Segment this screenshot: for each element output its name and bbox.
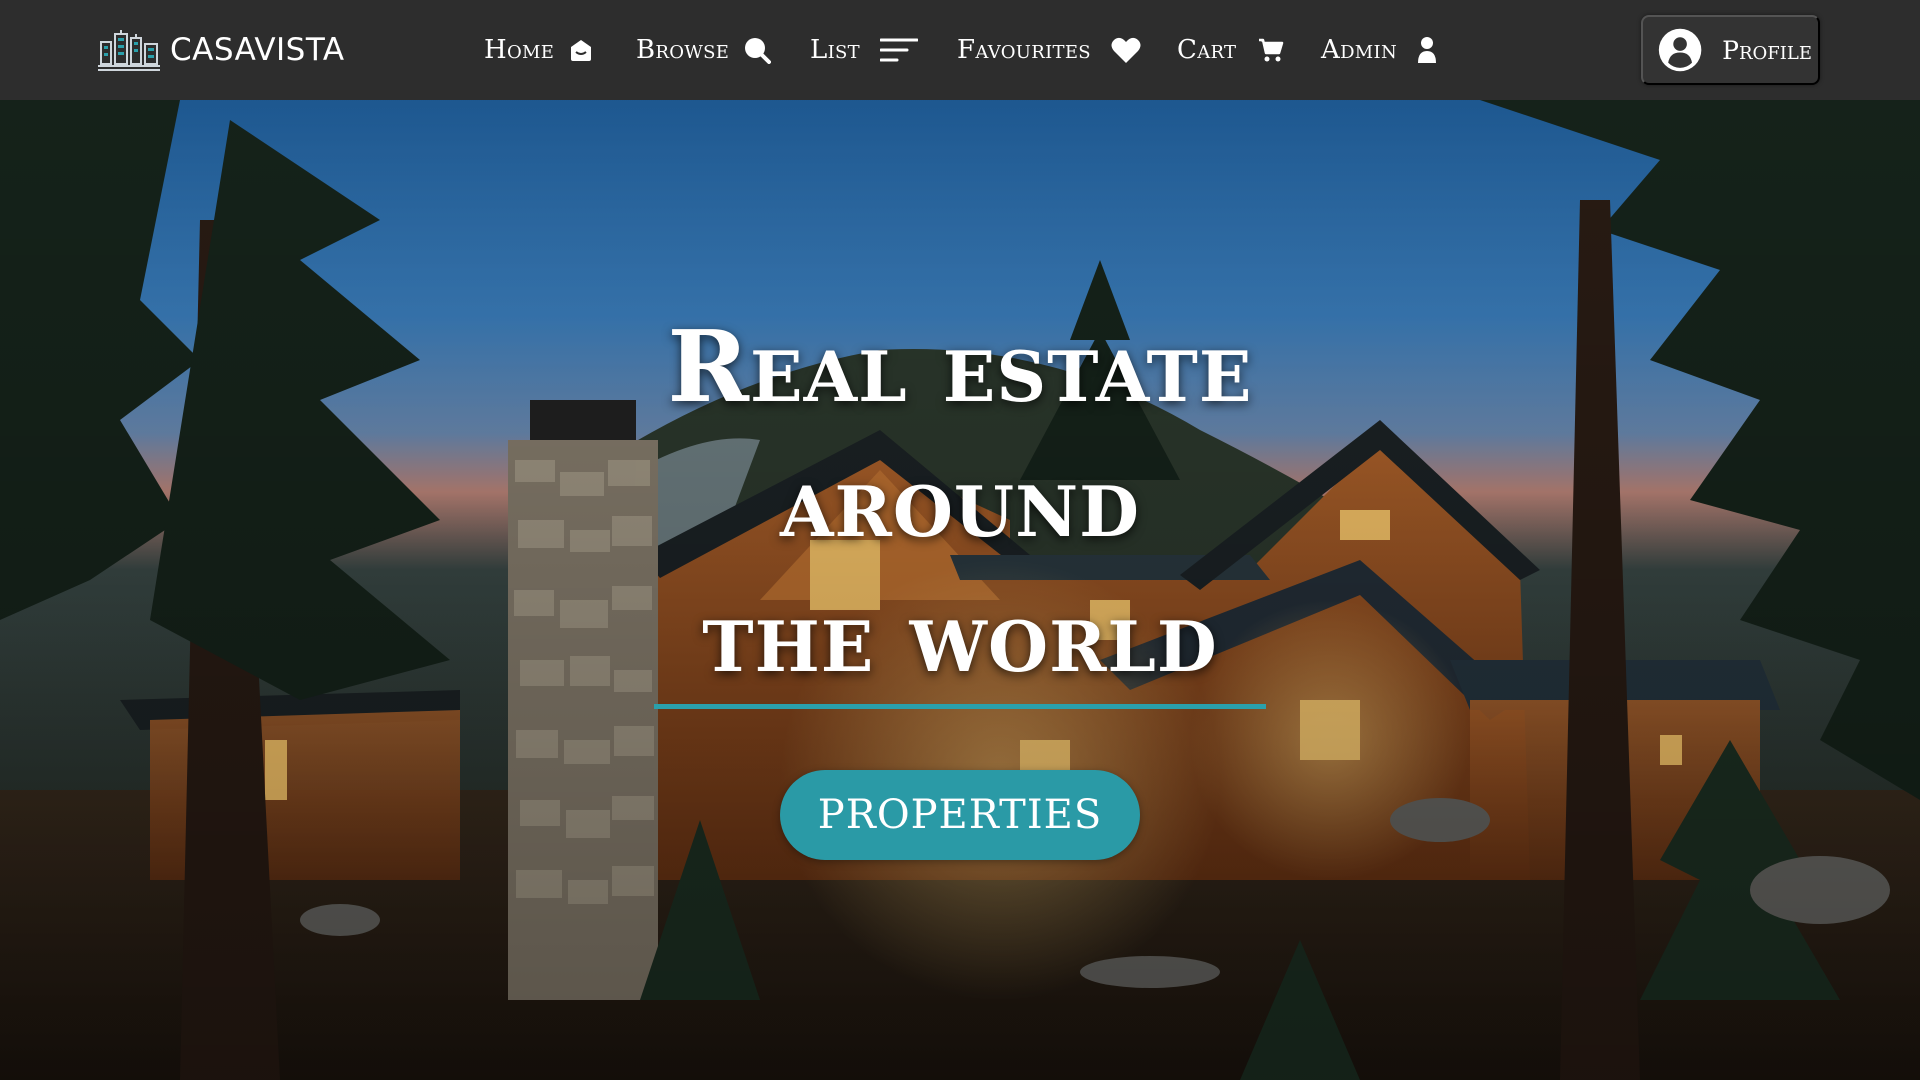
hero-headline: Real estate around the world [560,300,1360,705]
top-navbar: CASAVISTA Home Browse List Favourites Ca… [0,0,1920,100]
brand-home-link[interactable]: CASAVISTA [98,28,345,72]
user-icon [1417,36,1437,64]
nav-admin-label: Admin [1321,35,1397,65]
profile-label: Profile [1722,35,1812,65]
headline-divider [654,704,1266,709]
list-lines-icon [879,37,918,63]
hero-section: Real estate around the world PROPERTIES [0,100,1920,1080]
nav-favourites-label: Favourites [957,35,1091,65]
brand-name: CASAVISTA [170,32,345,68]
user-circle-icon [1658,28,1702,72]
nav-list[interactable]: List [810,28,918,72]
properties-button[interactable]: PROPERTIES [780,770,1140,860]
nav-home[interactable]: Home [484,28,594,72]
headline-line-3: the world [702,580,1218,695]
nav-cart[interactable]: Cart [1177,28,1284,72]
home-icon [568,37,594,63]
nav-browse-label: Browse [636,35,730,65]
nav-favourites[interactable]: Favourites [957,28,1141,72]
nav-admin[interactable]: Admin [1321,28,1437,72]
nav-browse[interactable]: Browse [636,28,772,72]
heart-icon [1111,37,1141,64]
cart-icon [1258,37,1284,63]
city-skyline-logo-icon [98,30,160,71]
headline-line-2: around [779,445,1141,560]
headline-line-1: Real estate [667,310,1253,425]
profile-button[interactable]: Profile [1641,15,1820,85]
search-icon [743,36,772,64]
nav-list-label: List [810,35,860,65]
nav-cart-label: Cart [1177,35,1237,65]
nav-home-label: Home [484,35,555,65]
